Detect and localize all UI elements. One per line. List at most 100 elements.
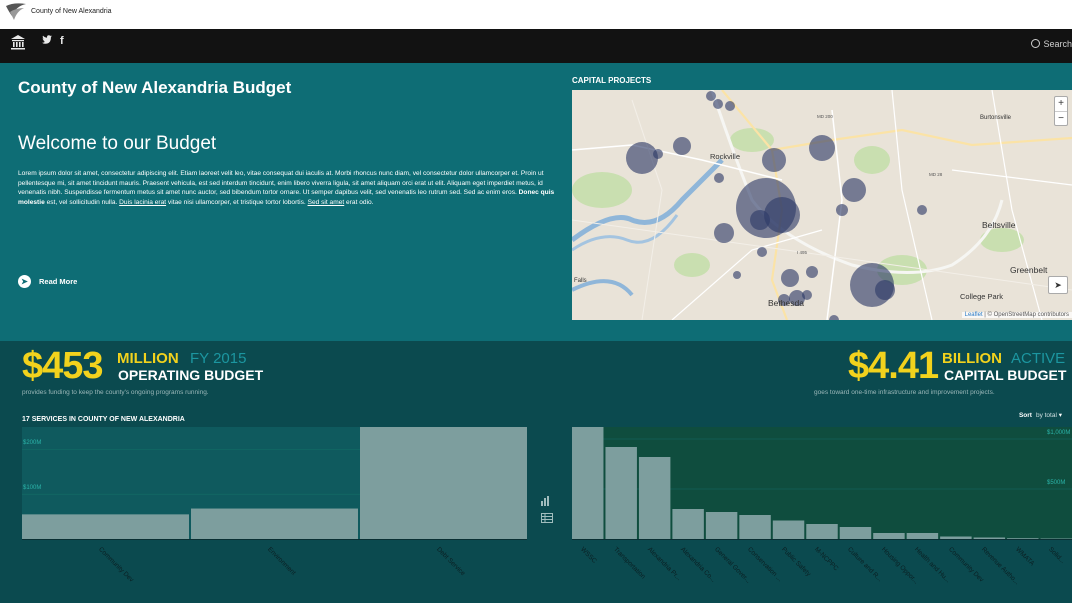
map-place-label: Falls: [574, 278, 587, 284]
map-place-label: Rockville: [710, 152, 741, 161]
operating-unit: MILLION: [117, 350, 179, 367]
road-label: MD 200: [817, 114, 833, 119]
capital-period: ACTIVE: [1011, 350, 1066, 367]
chart-bar-wssc[interactable]: [572, 427, 604, 539]
x-category-label: Transportation: [612, 546, 647, 581]
x-category-label: M-NCPPC: [813, 546, 840, 573]
page-title: County of New Alexandria Budget: [18, 78, 292, 97]
sort-control[interactable]: Sort by total ▾: [1019, 411, 1062, 419]
hero-section: County of New Alexandria Budget Welcome …: [0, 63, 1072, 341]
intro-text: Lorem ipsum dolor sit amet, consectetur …: [18, 170, 544, 196]
map-zoom-control: + −: [1054, 96, 1068, 126]
intro-text: est, vel sollicitudin nulla.: [44, 198, 120, 206]
chart-bar-solid[interactable]: [1040, 538, 1072, 540]
x-category-label: Environment: [265, 546, 297, 577]
map-place-label: Bethesda: [768, 298, 804, 308]
road-label: I 495: [797, 250, 808, 255]
capital-projects-map[interactable]: MD 200 MD 28 I 495 Rockville Burtonsvill…: [572, 90, 1072, 320]
map-heading: CAPITAL PROJECTS: [572, 76, 652, 85]
x-category-label: Alexandria Pr...: [645, 546, 682, 583]
chevron-down-icon: ▾: [1058, 412, 1062, 419]
facebook-icon[interactable]: f: [60, 35, 64, 47]
y-tick-label: $200M: [23, 440, 42, 447]
x-category-label: Community Dev: [96, 546, 135, 584]
capital-description: goes toward one-time infrastructure and …: [814, 389, 995, 396]
intro-link[interactable]: Sed sit amet: [308, 199, 345, 206]
x-category-label: Culture and R...: [846, 546, 884, 584]
search-icon: [1031, 39, 1041, 48]
map-tiles: [572, 90, 1072, 320]
sort-select[interactable]: by total: [1036, 412, 1057, 419]
x-category-label: Solid...: [1047, 546, 1067, 566]
chart-bar-general-gover[interactable]: [705, 512, 738, 539]
chart-bar-alexandria-co[interactable]: [672, 509, 704, 539]
operating-description: provides funding to keep the county's on…: [22, 389, 209, 396]
y-tick-label: $500M: [1047, 480, 1066, 486]
intro-paragraph: Lorem ipsum dolor sit amet, consectetur …: [18, 169, 558, 207]
capital-unit: BILLION: [942, 350, 1002, 367]
x-category-label: Conservation ...: [746, 546, 784, 584]
capital-amount: $4.41: [848, 345, 939, 387]
location-arrow-icon: ➤: [1054, 280, 1062, 290]
chart-bar-environment[interactable]: [191, 508, 358, 539]
operating-budget-label: OPERATING BUDGET: [118, 367, 264, 383]
zoom-out-button[interactable]: −: [1055, 111, 1067, 125]
twitter-icon[interactable]: [42, 35, 52, 47]
operating-services-chart: [22, 427, 527, 540]
x-category-label: WSSC: [578, 546, 598, 565]
intro-text: vitae nisi ullamcorper, et tristique tor…: [166, 198, 308, 206]
chart-bar-debt-service[interactable]: [360, 427, 527, 539]
chart-bar-wmata[interactable]: [1007, 538, 1039, 539]
government-building-icon[interactable]: [10, 34, 26, 53]
services-title: 17 SERVICES IN COUNTY OF NEW ALEXANDRIA: [22, 416, 185, 423]
operating-amount: $453: [22, 345, 104, 387]
locate-button[interactable]: ➤: [1048, 276, 1068, 294]
read-more-button[interactable]: ➤ Read More: [18, 275, 77, 288]
map-place-label: Burtonsville: [980, 115, 1012, 121]
leaflet-link[interactable]: Leaflet: [965, 312, 983, 318]
road-label: MD 28: [929, 172, 943, 177]
intro-link[interactable]: Duis lacinia erat: [119, 199, 166, 206]
chart-bar-community-dev[interactable]: [940, 536, 972, 540]
chart-bar-community-dev[interactable]: [22, 514, 189, 539]
chart-bar-revenue-autho[interactable]: [973, 537, 1006, 540]
budget-section: $453 MILLION FY 2015 OPERATING BUDGET pr…: [0, 341, 1072, 603]
chart-bar-conservation[interactable]: [739, 515, 771, 539]
search-label: Search: [1043, 39, 1072, 49]
y-tick-label: $1,000M: [1047, 430, 1071, 436]
attribution-text: | © OpenStreetMap contributors: [982, 312, 1069, 318]
nav-bar: f Search: [0, 29, 1072, 63]
search-button[interactable]: Search: [1031, 39, 1072, 49]
chart-bar-alexandria-pr[interactable]: [638, 457, 671, 539]
map-place-label: College Park: [960, 292, 1003, 301]
top-title-bar: County of New Alexandria: [0, 0, 1072, 29]
sort-label: Sort: [1018, 412, 1032, 419]
chart-bar-housing-oppor[interactable]: [873, 533, 905, 539]
capital-budget-label: CAPITAL BUDGET: [944, 367, 1067, 383]
map-place-label: Beltsville: [982, 220, 1016, 230]
chart-bar-public-safety[interactable]: [772, 520, 805, 540]
intro-text: erat odio.: [344, 198, 374, 206]
map-attribution: Leaflet | © OpenStreetMap contributors: [961, 312, 1072, 318]
y-tick-label: $100M: [23, 485, 42, 492]
x-category-label: Public Safety: [779, 546, 812, 578]
x-category-label: Alexandria Co...: [679, 546, 717, 584]
site-title[interactable]: County of New Alexandria: [31, 8, 112, 15]
x-category-label: Debt Service: [434, 546, 466, 578]
welcome-heading: Welcome to our Budget: [18, 133, 217, 154]
chart-bar-m-ncppc[interactable]: [806, 524, 838, 539]
read-more-label: Read More: [39, 277, 78, 286]
county-logo-icon[interactable]: [4, 2, 30, 24]
zoom-in-button[interactable]: +: [1055, 97, 1067, 111]
x-category-label: Health and Hu...: [913, 546, 952, 585]
x-category-label: General Gover...: [712, 546, 752, 585]
operating-period: FY 2015: [190, 350, 247, 367]
x-category-label: WMATA: [1013, 546, 1036, 568]
chart-bar-culture-and-r[interactable]: [839, 527, 872, 539]
arrow-right-icon: ➤: [18, 275, 31, 288]
chart-bar-health-and-hu[interactable]: [906, 533, 939, 539]
bar-chart-view-icon[interactable]: [541, 496, 551, 508]
table-view-icon[interactable]: [541, 513, 553, 525]
chart-bar-transportation[interactable]: [605, 447, 637, 539]
x-category-label: Community Dev: [946, 546, 985, 584]
